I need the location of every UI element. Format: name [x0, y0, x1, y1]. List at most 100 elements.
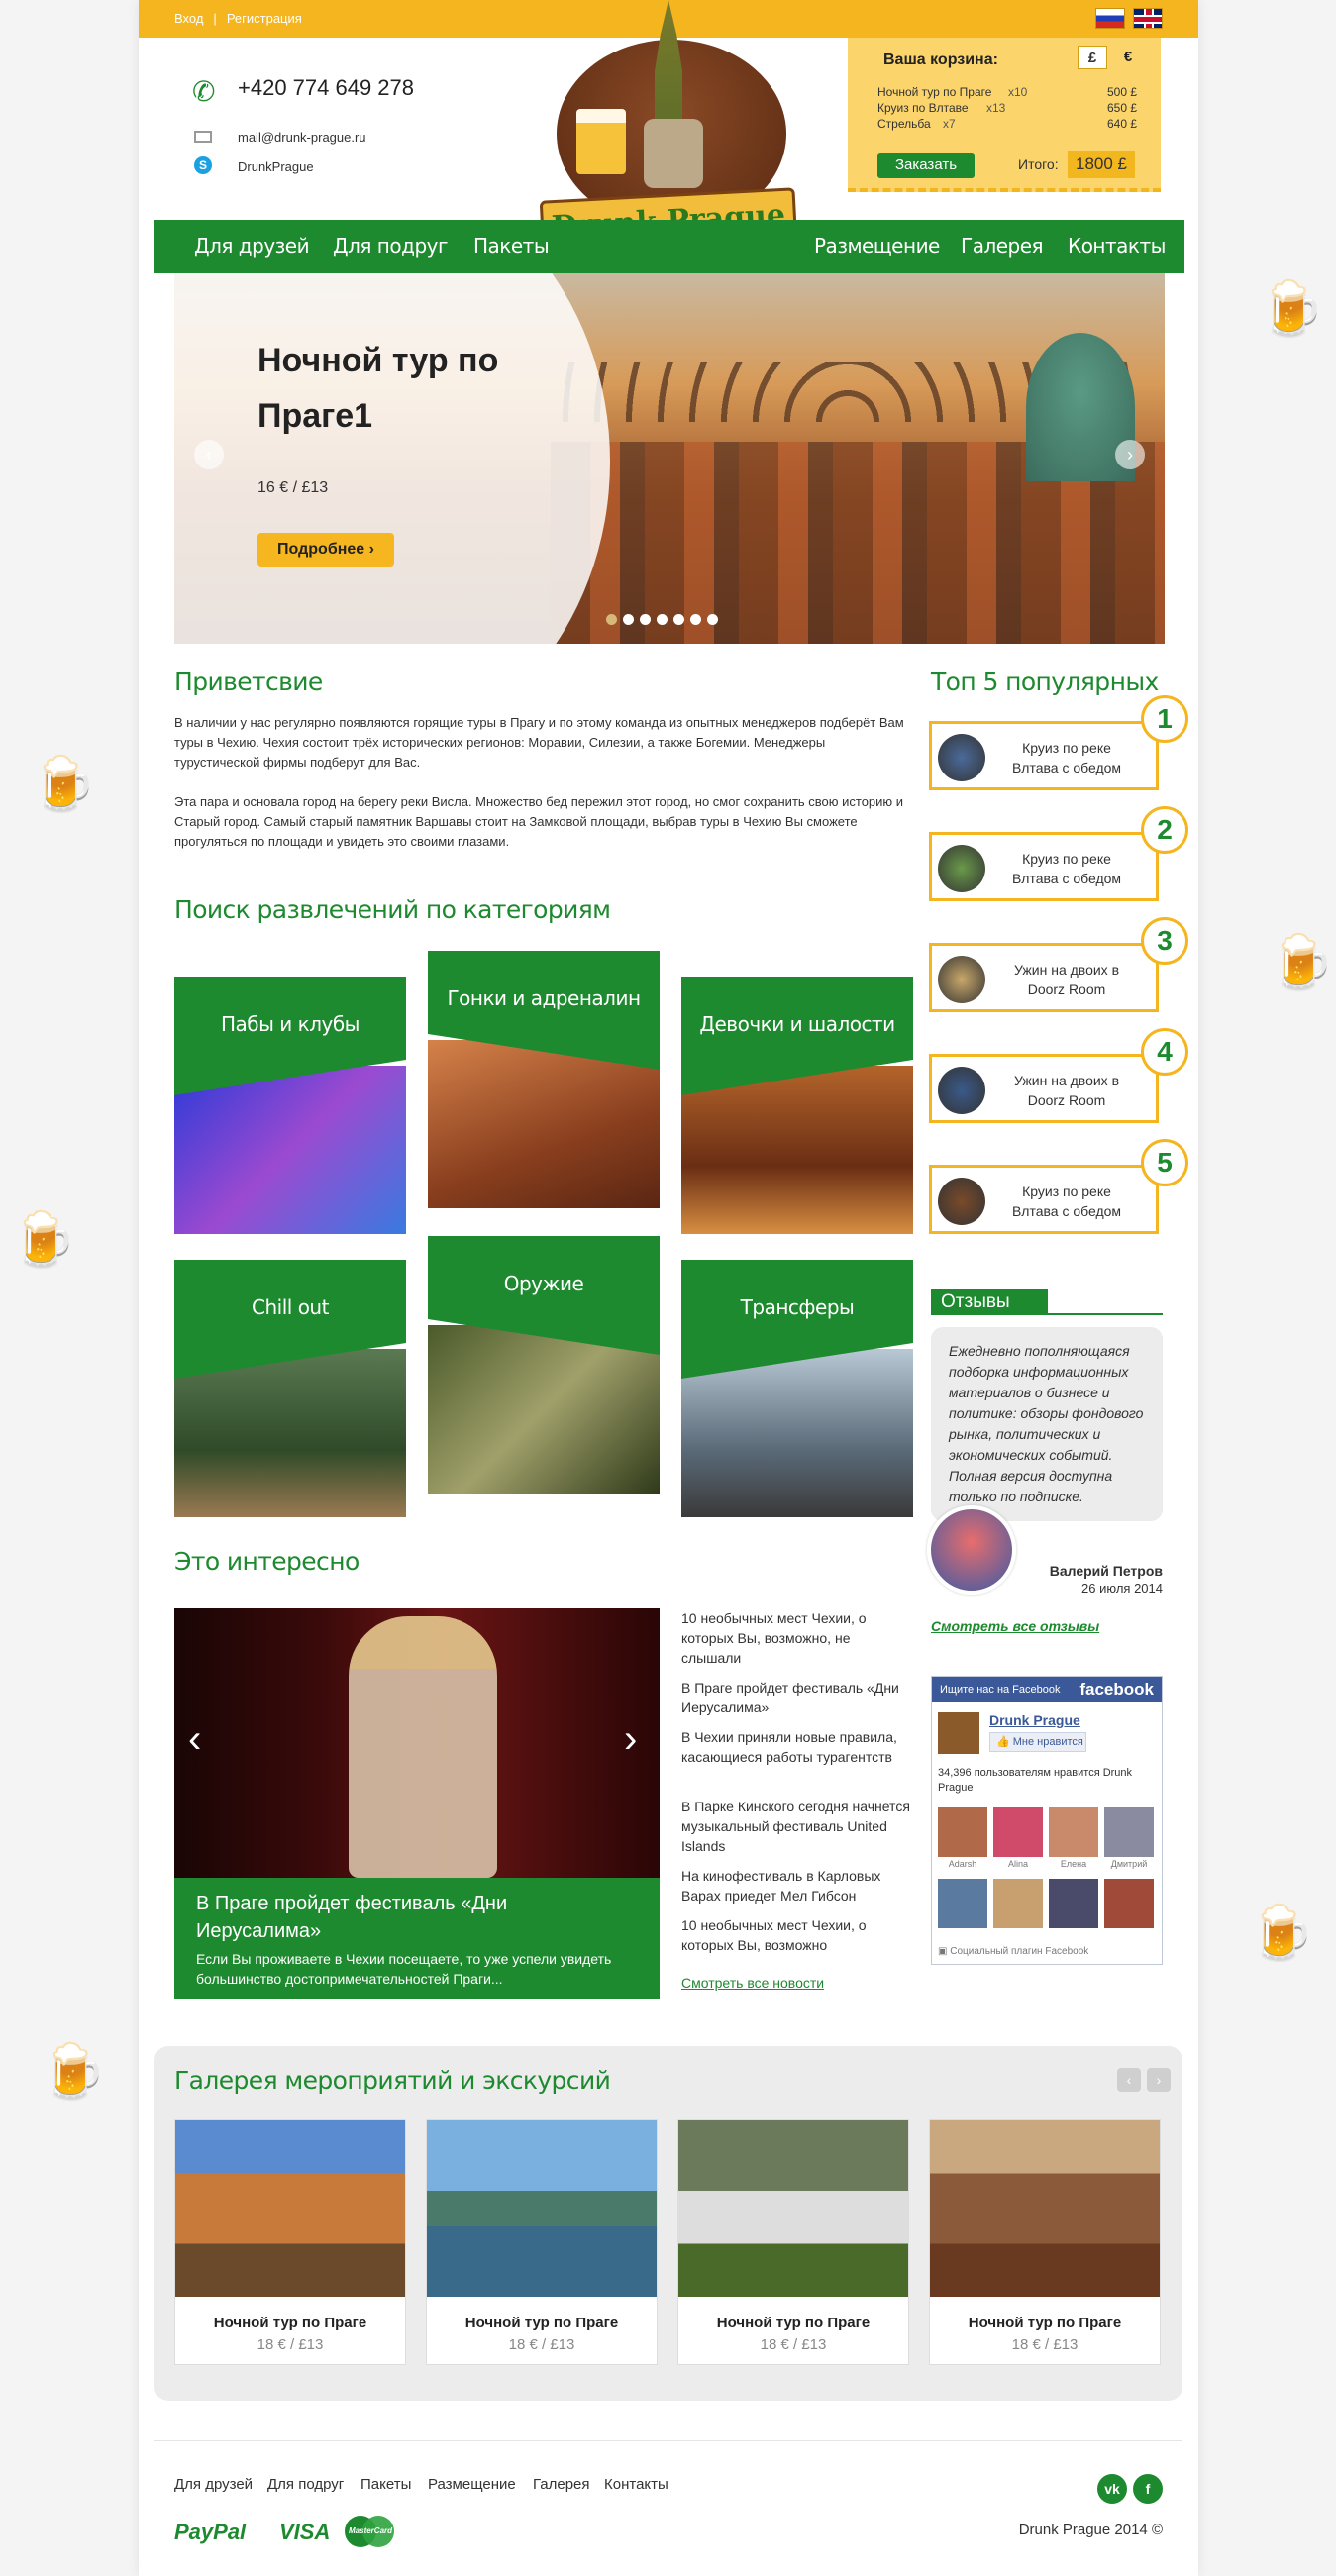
currency-gbp-button[interactable]: £	[1078, 46, 1107, 69]
top5-item[interactable]: Круиз по реке Влтава с обедом	[929, 721, 1159, 790]
facebook-fan-name: Дмитрий	[1110, 1859, 1148, 1869]
gallery-card-price: 18 € / £13	[257, 2336, 324, 2353]
slide-more-button[interactable]: Подробнее ›	[257, 533, 394, 567]
footer-link[interactable]: Для подруг	[267, 2476, 344, 2493]
gallery-card[interactable]: Ночной тур по Праге 18 € / £13	[929, 2119, 1161, 2365]
gallery-card[interactable]: Ночной тур по Праге 18 € / £13	[677, 2119, 909, 2365]
facebook-widget: Ищите нас на Facebook facebook Drunk Pra…	[931, 1676, 1163, 1965]
facebook-page-link[interactable]: Drunk Prague	[989, 1712, 1080, 1728]
top5-item[interactable]: Ужин на двоих в Doorz Room	[929, 943, 1159, 1012]
nav-item-girlfriends[interactable]: Для подруг	[333, 234, 448, 258]
news-list-item[interactable]: В Чехии приняли новые правила, касающиес…	[681, 1727, 911, 1767]
welcome-heading: Приветсвие	[174, 668, 323, 696]
all-reviews-link[interactable]: Смотреть все отзывы	[931, 1618, 1099, 1634]
register-link[interactable]: Регистрация	[227, 11, 302, 26]
facebook-logo[interactable]: facebook	[1079, 1680, 1154, 1700]
facebook-fan-avatar[interactable]	[993, 1879, 1043, 1928]
category-card[interactable]: Оружие	[428, 1236, 660, 1494]
top5-rank-badge: 1	[1141, 695, 1188, 743]
order-button[interactable]: Заказать	[877, 153, 975, 178]
gallery-card-price: 18 € / £13	[508, 2336, 575, 2353]
category-label: Девочки и шалости	[699, 1012, 895, 1036]
category-card[interactable]: Пабы и клубы	[174, 977, 406, 1234]
slider-next-arrow-icon[interactable]: ›	[1115, 440, 1145, 469]
facebook-fan-avatar[interactable]	[1049, 1879, 1098, 1928]
all-news-link[interactable]: Смотреть все новости	[681, 1975, 824, 1991]
welcome-paragraph: В наличии у нас регулярно появляются гор…	[174, 715, 904, 770]
gallery-prev-arrow-icon[interactable]: ‹	[1117, 2068, 1141, 2092]
nav-item-contacts[interactable]: Контакты	[1068, 234, 1166, 258]
logo-beer-mug	[576, 109, 626, 174]
category-card[interactable]: Гонки и адреналин	[428, 951, 660, 1208]
facebook-fan-name: Adarsh	[948, 1859, 977, 1869]
slider-dot[interactable]	[606, 614, 617, 625]
category-label: Гонки и адреналин	[447, 986, 641, 1010]
facebook-fan-avatar[interactable]	[1049, 1807, 1098, 1857]
nav-item-accommodation[interactable]: Размещение	[814, 234, 940, 258]
reviewer-name: Валерий Петров	[1049, 1563, 1163, 1579]
top5-item[interactable]: Ужин на двоих в Doorz Room	[929, 1054, 1159, 1123]
gallery-card[interactable]: Ночной тур по Праге 18 € / £13	[426, 2119, 658, 2365]
slider-dot[interactable]	[623, 614, 634, 625]
phone-icon: ✆	[192, 76, 216, 107]
gallery-next-arrow-icon[interactable]: ›	[1147, 2068, 1171, 2092]
nav-item-friends[interactable]: Для друзей	[194, 234, 310, 258]
slider-dot[interactable]	[640, 614, 651, 625]
vk-icon[interactable]: vk	[1097, 2474, 1127, 2504]
page: Вход | Регистрация ✆ +420 774 649 278 mail…	[139, 0, 1198, 2576]
news-list-item[interactable]: В Парке Кинского сегодня начнется музыка…	[681, 1797, 911, 1856]
footer-link[interactable]: Галерея	[533, 2476, 590, 2493]
news-list-item[interactable]: В Праге пройдет фестиваль «Дни Иерусалим…	[681, 1678, 911, 1717]
email-link[interactable]: mail@drunk-prague.ru	[238, 130, 366, 145]
facebook-icon[interactable]: f	[1133, 2474, 1163, 2504]
facebook-page-logo[interactable]	[938, 1712, 979, 1754]
top5-item[interactable]: Круиз по реке Влтава с обедом	[929, 1165, 1159, 1234]
background-beer-icon: 🍺	[1248, 1902, 1315, 1964]
visa-logo: VISA	[279, 2520, 331, 2544]
news-list-item[interactable]: 10 необычных мест Чехии, о которых Вы, в…	[681, 1915, 911, 1955]
news-caption[interactable]: В Праге пройдет фестиваль «Дни Иерусалим…	[174, 1878, 660, 1999]
category-card[interactable]: Девочки и шалости	[681, 977, 913, 1234]
slider-dot[interactable]	[707, 614, 718, 625]
review-date: 26 июля 2014	[1081, 1581, 1163, 1596]
slider-prev-arrow-icon[interactable]: ‹	[194, 440, 224, 469]
slider-dots	[606, 612, 724, 630]
welcome-paragraph: Эта пара и основала город на берегу реки…	[174, 794, 904, 849]
category-image	[428, 1325, 660, 1494]
news-list-item[interactable]: На кинофестиваль в Карловых Варах приеде…	[681, 1866, 911, 1906]
facebook-fan-avatar[interactable]	[1104, 1807, 1154, 1857]
footer-link[interactable]: Размещение	[428, 2476, 516, 2493]
facebook-fan-avatar[interactable]	[1104, 1879, 1154, 1928]
login-link[interactable]: Вход	[174, 11, 203, 26]
news-prev-arrow-icon[interactable]: ‹	[188, 1717, 201, 1762]
nav-item-packages[interactable]: Пакеты	[473, 234, 550, 258]
facebook-fan-avatar[interactable]	[938, 1807, 987, 1857]
top5-rank-badge: 4	[1141, 1028, 1188, 1076]
hero-slider: Ночной тур по Праге1 16 € / £13 Подробне…	[174, 273, 1165, 644]
skype-link[interactable]: DrunkPrague	[238, 159, 314, 174]
news-list-item[interactable]: 10 необычных мест Чехии, о которых Вы, в…	[681, 1608, 911, 1668]
footer-link[interactable]: Для друзей	[174, 2476, 253, 2493]
footer-link[interactable]: Контакты	[604, 2476, 668, 2493]
nav-item-gallery[interactable]: Галерея	[961, 234, 1044, 258]
facebook-fan-name: Елена	[1060, 1859, 1087, 1869]
facebook-fan-avatar[interactable]	[938, 1879, 987, 1928]
news-next-arrow-icon[interactable]: ›	[624, 1717, 637, 1762]
facebook-fan-avatar[interactable]	[993, 1807, 1043, 1857]
currency-eur-button[interactable]: €	[1113, 46, 1143, 69]
category-card[interactable]: Трансферы	[681, 1260, 913, 1517]
top5-thumbnail	[938, 1067, 985, 1114]
slider-dot[interactable]	[690, 614, 701, 625]
category-card[interactable]: Chill out	[174, 1260, 406, 1517]
english-flag-icon[interactable]	[1133, 8, 1163, 29]
logo-mascot	[644, 119, 703, 188]
cart-total: 1800 £	[1068, 151, 1135, 178]
russian-flag-icon[interactable]	[1095, 8, 1125, 29]
facebook-like-button[interactable]: 👍 Мне нравится	[989, 1732, 1086, 1752]
top5-rank-badge: 5	[1141, 1139, 1188, 1186]
footer-link[interactable]: Пакеты	[360, 2476, 411, 2493]
gallery-card[interactable]: Ночной тур по Праге 18 € / £13	[174, 2119, 406, 2365]
slider-dot[interactable]	[657, 614, 668, 625]
slider-dot[interactable]	[673, 614, 684, 625]
top5-item[interactable]: Круиз по реке Влтава с обедом	[929, 832, 1159, 901]
